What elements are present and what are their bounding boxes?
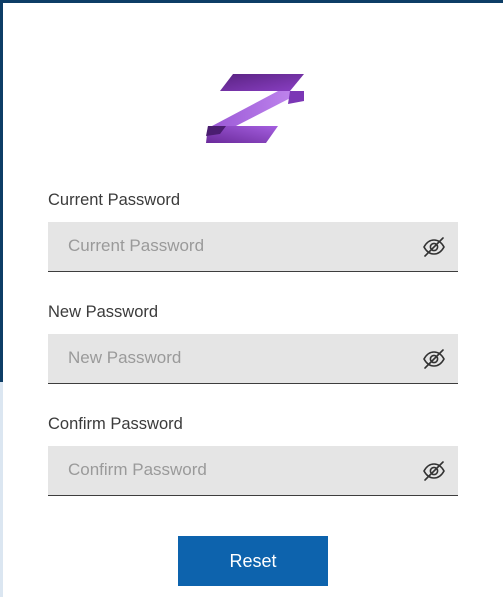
current-password-field[interactable] <box>48 222 458 272</box>
reset-password-card: Current Password New Password Confirm Pa… <box>3 3 503 597</box>
eye-slash-icon[interactable] <box>422 459 446 483</box>
confirm-password-field[interactable] <box>48 446 458 496</box>
company-logo <box>206 74 304 143</box>
eye-slash-icon[interactable] <box>422 235 446 259</box>
new-password-input[interactable] <box>48 334 408 382</box>
eye-slash-icon[interactable] <box>422 347 446 371</box>
reset-button[interactable]: Reset <box>178 536 328 586</box>
new-password-field[interactable] <box>48 334 458 384</box>
confirm-password-label: Confirm Password <box>48 415 183 433</box>
current-password-label: Current Password <box>48 191 181 209</box>
new-password-label: New Password <box>48 303 159 321</box>
confirm-password-input[interactable] <box>48 446 408 494</box>
current-password-input[interactable] <box>48 222 408 270</box>
